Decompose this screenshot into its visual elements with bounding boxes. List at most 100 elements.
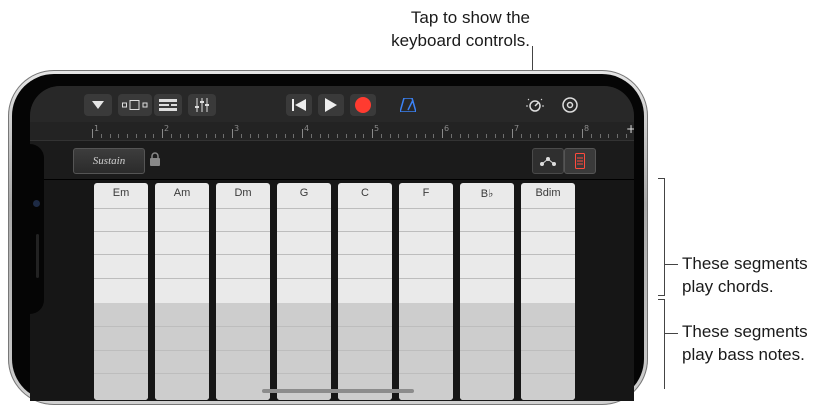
chord-strip[interactable]: F bbox=[399, 183, 453, 400]
chord-strip[interactable]: C bbox=[338, 183, 392, 400]
chord-label: Dm bbox=[234, 187, 252, 199]
chord-strip[interactable]: Em bbox=[94, 183, 148, 400]
timeline-ruler[interactable]: 1 2 3 4 5 6 7 8 + bbox=[30, 122, 634, 141]
bass-segments[interactable] bbox=[399, 303, 453, 400]
ruler-tick bbox=[573, 134, 575, 138]
callout-text: play bass notes. bbox=[682, 345, 805, 364]
ruler-bar-number: 5 bbox=[374, 124, 380, 133]
ruler-tick bbox=[608, 134, 610, 138]
ruler-tick bbox=[258, 134, 260, 138]
ruler-tick bbox=[337, 134, 338, 138]
arpeggiator-icon[interactable] bbox=[532, 148, 564, 174]
chord-label: Am bbox=[173, 187, 191, 199]
ruler-tick bbox=[162, 129, 163, 138]
bass-segments[interactable] bbox=[521, 303, 575, 400]
ruler-tick bbox=[249, 134, 251, 138]
ruler-bar-number: 3 bbox=[234, 124, 240, 133]
ruler-tick bbox=[599, 134, 601, 138]
chord-strip[interactable]: Am bbox=[155, 183, 209, 400]
ruler-tick bbox=[328, 134, 330, 138]
ruler-tick bbox=[529, 134, 531, 138]
ruler-tick bbox=[520, 134, 522, 138]
sustain-button[interactable]: Sustain bbox=[73, 148, 145, 174]
metronome-icon[interactable] bbox=[396, 94, 420, 116]
add-section-button[interactable]: + bbox=[626, 122, 634, 136]
bass-segments[interactable] bbox=[338, 303, 392, 400]
ruler-bar-number: 2 bbox=[164, 124, 170, 133]
bracket-pointer bbox=[664, 264, 678, 265]
ruler-tick bbox=[118, 134, 120, 138]
chord-label: Bdim bbox=[535, 187, 561, 199]
bracket-cap bbox=[658, 178, 665, 179]
ruler-tick bbox=[267, 134, 268, 138]
keyboard-controls-callout: Tap to show the keyboard controls. bbox=[330, 6, 530, 52]
keyboard-toggle-icon[interactable] bbox=[564, 148, 596, 174]
play-icon[interactable] bbox=[318, 94, 344, 116]
ruler-tick bbox=[100, 134, 102, 138]
keyboard-controls-icon[interactable] bbox=[523, 94, 547, 116]
ruler-tick bbox=[144, 134, 146, 138]
settings-icon[interactable] bbox=[558, 94, 582, 116]
ruler-tick bbox=[415, 134, 417, 138]
ruler-tick bbox=[153, 134, 155, 138]
chevron-down-icon[interactable] bbox=[84, 94, 112, 116]
ruler-tick bbox=[617, 134, 618, 138]
chord-strip[interactable]: Dm bbox=[216, 183, 270, 400]
chord-strip[interactable]: Bdim bbox=[521, 183, 575, 400]
ruler-tick bbox=[223, 134, 225, 138]
chords-callout: These segments play chords. bbox=[682, 252, 808, 298]
ruler-tick bbox=[179, 134, 181, 138]
lock-icon[interactable] bbox=[150, 152, 162, 168]
ruler-tick bbox=[555, 134, 557, 138]
ruler-tick bbox=[389, 134, 391, 138]
ruler-tick bbox=[485, 134, 487, 138]
ruler-tick bbox=[188, 134, 190, 138]
mixer-icon[interactable] bbox=[188, 94, 216, 116]
bracket-cap bbox=[658, 295, 665, 296]
ruler-tick bbox=[135, 134, 137, 138]
bass-segments[interactable] bbox=[277, 303, 331, 400]
record-icon[interactable] bbox=[350, 94, 376, 116]
ruler-tick bbox=[459, 134, 461, 138]
ruler-bar-number: 7 bbox=[514, 124, 520, 133]
camera-icon bbox=[33, 200, 40, 207]
bracket-cap bbox=[658, 299, 665, 300]
view-toggle-icon[interactable] bbox=[118, 94, 152, 116]
ruler-tick bbox=[293, 134, 295, 138]
ruler-tick bbox=[354, 134, 356, 138]
ruler-tick bbox=[380, 134, 382, 138]
ruler-tick bbox=[433, 134, 435, 138]
bass-segments[interactable] bbox=[216, 303, 270, 400]
chord-strip[interactable]: G bbox=[277, 183, 331, 400]
chords-bracket bbox=[664, 178, 665, 295]
ruler-tick bbox=[302, 129, 303, 138]
ruler-bar-number: 8 bbox=[584, 124, 590, 133]
callout-text: play chords. bbox=[682, 277, 774, 296]
bass-segments[interactable] bbox=[460, 303, 514, 400]
ruler-bar-number: 4 bbox=[304, 124, 310, 133]
app-screen: 1 2 3 4 5 6 7 8 + Sustain Em Am Dm G C F… bbox=[30, 86, 634, 401]
control-bar bbox=[30, 86, 634, 122]
ruler-tick bbox=[284, 134, 286, 138]
ruler-tick bbox=[92, 129, 93, 138]
ruler-tick bbox=[625, 134, 627, 138]
ruler-tick bbox=[564, 134, 566, 138]
callout-text: These segments bbox=[682, 254, 808, 273]
chord-label: C bbox=[361, 187, 369, 199]
ruler-tick bbox=[398, 134, 400, 138]
ruler-tick bbox=[170, 134, 172, 138]
go-to-start-icon[interactable] bbox=[286, 94, 312, 116]
ruler-tick bbox=[582, 129, 583, 138]
ruler-tick bbox=[109, 134, 111, 138]
chord-strip[interactable]: B♭ bbox=[460, 183, 514, 400]
ruler-tick bbox=[345, 134, 347, 138]
tracks-icon[interactable] bbox=[154, 94, 182, 116]
ruler-tick bbox=[240, 134, 242, 138]
bass-segments[interactable] bbox=[94, 303, 148, 400]
ruler-tick bbox=[197, 134, 198, 138]
ruler-tick bbox=[275, 134, 277, 138]
ruler-tick bbox=[477, 134, 478, 138]
home-indicator[interactable] bbox=[262, 389, 414, 393]
bass-segments[interactable] bbox=[155, 303, 209, 400]
ruler-bar-number: 1 bbox=[94, 124, 100, 133]
